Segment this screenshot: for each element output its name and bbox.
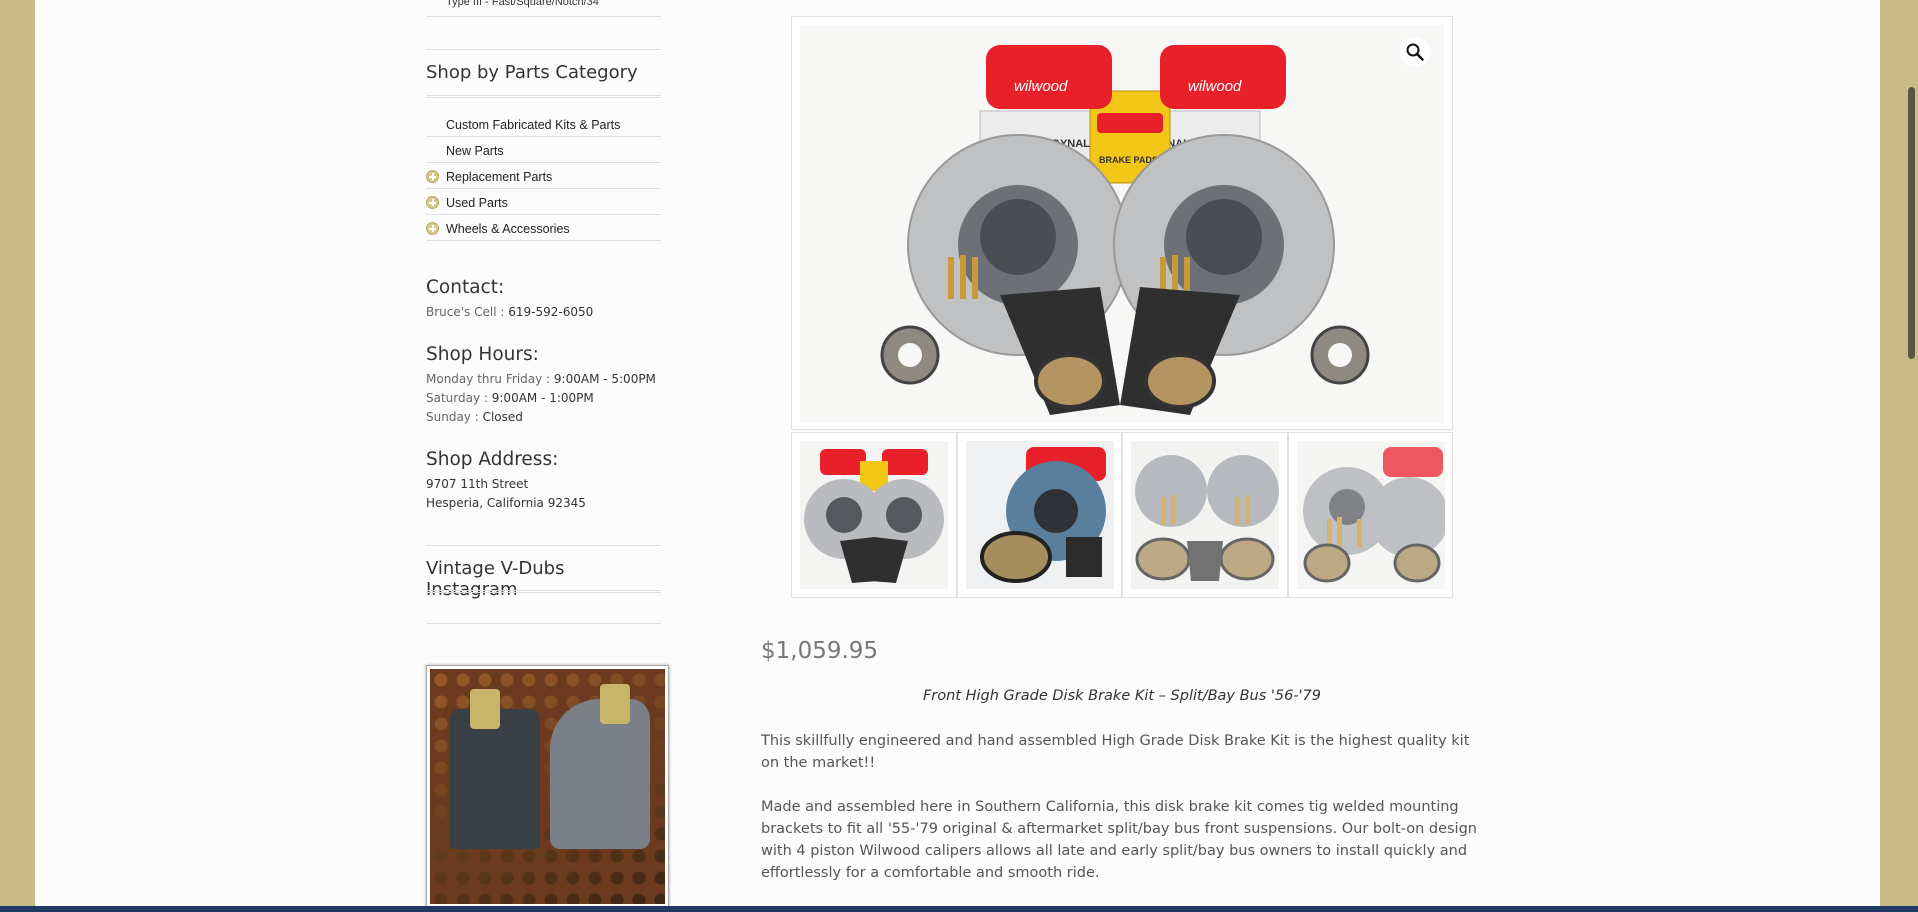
- thumbnail-2[interactable]: [956, 432, 1122, 598]
- brake-kit-illustration: DYNALITE DYNALITE BRAKE PADS wilwood wil…: [800, 25, 1444, 423]
- expand-plus-icon[interactable]: [426, 170, 439, 183]
- product-main-image-frame[interactable]: DYNALITE DYNALITE BRAKE PADS wilwood wil…: [791, 16, 1453, 430]
- category-label: New Parts: [446, 144, 504, 158]
- category-custom-fabricated[interactable]: Custom Fabricated Kits & Parts: [426, 111, 661, 137]
- hours-label: Saturday :: [426, 391, 492, 405]
- thumbnail-3[interactable]: [1122, 432, 1288, 598]
- category-wheels-accessories[interactable]: Wheels & Accessories: [426, 215, 661, 241]
- zoom-button[interactable]: [1400, 37, 1430, 67]
- caliper-brand-left: wilwood: [1014, 78, 1068, 95]
- product-main-image: DYNALITE DYNALITE BRAKE PADS wilwood wil…: [800, 25, 1444, 423]
- divider: [426, 545, 661, 546]
- magnifier-icon: [1406, 43, 1424, 61]
- hours-value: 9:00AM - 5:00PM: [553, 372, 656, 386]
- thumbnail-1[interactable]: [791, 432, 957, 598]
- divider: [426, 16, 661, 17]
- scrollbar-thumb[interactable]: [1908, 87, 1915, 359]
- thumbnail-image: [800, 441, 948, 589]
- thumbnail-4[interactable]: [1287, 432, 1453, 598]
- instagram-photo[interactable]: [426, 665, 669, 908]
- brake-caliper-shape: [450, 709, 540, 849]
- hours-row: Saturday : 9:00AM - 1:00PM: [426, 391, 594, 405]
- thumbnail-image: [1296, 441, 1445, 589]
- hours-value: Closed: [482, 410, 523, 424]
- product-description-1: This skillfully engineered and hand asse…: [761, 733, 1470, 771]
- hours-row: Sunday : Closed: [426, 410, 523, 424]
- category-label: Replacement Parts: [446, 170, 553, 184]
- instagram-title: Vintage V-Dubs Instagram: [426, 558, 565, 600]
- hours-label: Sunday :: [426, 410, 483, 424]
- stud-shape: [470, 689, 500, 729]
- category-label: Wheels & Accessories: [446, 222, 570, 236]
- shop-hours-title: Shop Hours:: [426, 344, 539, 365]
- category-widget-title: Shop by Parts Category: [426, 62, 638, 83]
- stud-shape: [600, 684, 630, 724]
- category-label: Used Parts: [446, 196, 508, 210]
- address-line-2: Hesperia, California 92345: [426, 496, 586, 510]
- contact-cell: Bruce's Cell : 619-592-6050: [426, 305, 593, 319]
- contact-title: Contact:: [426, 277, 505, 298]
- cell-label: Bruce's Cell :: [426, 305, 509, 319]
- product-subtitle: Front High Grade Disk Brake Kit – Split/…: [922, 688, 1322, 704]
- cell-phone[interactable]: 619-592-6050: [508, 305, 593, 319]
- shop-address-title: Shop Address:: [426, 449, 559, 470]
- address-line-1: 9707 11th Street: [426, 477, 529, 491]
- product-description-2: Made and assembled here in Southern Cali…: [761, 799, 1477, 881]
- sidebar-item-type-iii[interactable]: Type III - Fast/Square/Notch/34: [446, 0, 599, 8]
- category-used-parts[interactable]: Used Parts: [426, 189, 661, 215]
- product-price: $1,059.95: [761, 638, 879, 664]
- hours-row: Monday thru Friday : 9:00AM - 5:00PM: [426, 372, 656, 386]
- category-label: Custom Fabricated Kits & Parts: [446, 118, 621, 132]
- divider: [426, 623, 661, 624]
- category-new-parts[interactable]: New Parts: [426, 137, 661, 163]
- thumbnail-image: [965, 441, 1114, 589]
- hours-label: Monday thru Friday :: [426, 372, 554, 386]
- expand-plus-icon[interactable]: [426, 196, 439, 209]
- expand-plus-icon[interactable]: [426, 222, 439, 235]
- hours-value: 9:00AM - 1:00PM: [491, 391, 594, 405]
- category-replacement-parts[interactable]: Replacement Parts: [426, 163, 661, 189]
- thumbnail-image: [1131, 441, 1279, 589]
- caliper-brand-right: wilwood: [1188, 78, 1242, 95]
- divider: [426, 49, 661, 50]
- divider: [426, 590, 661, 593]
- product-thumbnails: [791, 432, 1453, 598]
- instagram-image: [430, 669, 665, 904]
- bottom-bar: [0, 906, 1918, 912]
- divider: [426, 95, 661, 98]
